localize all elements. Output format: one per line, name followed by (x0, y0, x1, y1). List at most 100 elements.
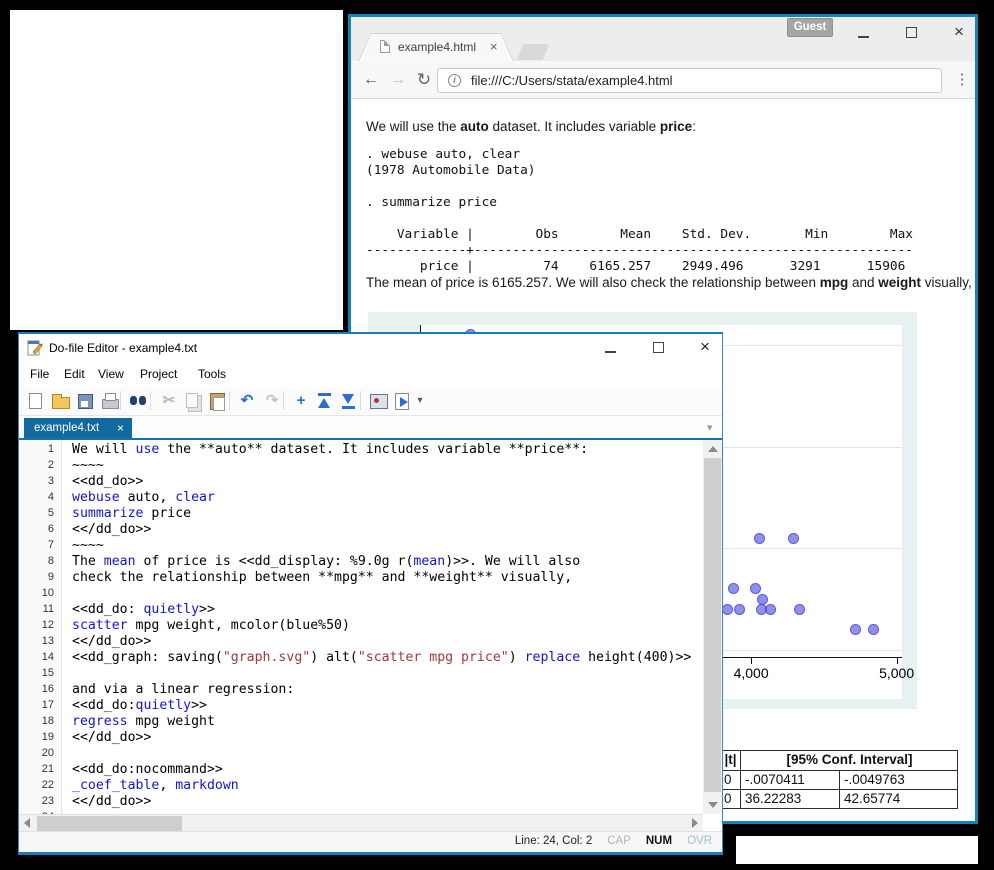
guest-profile-badge[interactable]: Guest (787, 18, 833, 37)
minimize-icon (605, 351, 616, 353)
bookmark-previous-icon[interactable] (314, 390, 336, 412)
new-file-icon[interactable] (24, 390, 46, 412)
editor-line: <<dd_do: quietly>> (72, 602, 215, 617)
minimize-icon (858, 36, 869, 38)
num-lock-indicator: NUM (646, 835, 672, 847)
toolbar-separator (360, 391, 361, 410)
bookmark-toggle-icon[interactable]: + (290, 390, 312, 412)
scroll-left-icon[interactable] (24, 818, 30, 828)
scroll-right-icon[interactable] (692, 818, 698, 828)
paste-icon[interactable] (206, 390, 228, 412)
menu-edit[interactable]: Edit (64, 367, 85, 381)
blank-window (10, 10, 343, 330)
maximize-icon (653, 342, 664, 353)
caps-lock-indicator: CAP (607, 835, 631, 847)
menu-tools[interactable]: Tools (198, 367, 226, 381)
scroll-down-icon[interactable] (708, 802, 718, 808)
open-file-icon[interactable] (49, 390, 71, 412)
refresh-icon[interactable]: ↻ (413, 69, 435, 91)
menu-view[interactable]: View (98, 367, 124, 381)
vertical-scroll-thumb[interactable] (704, 458, 721, 792)
editor-tab-example4[interactable]: example4.txt × (24, 418, 132, 438)
white-strip (736, 836, 978, 864)
line-number: 5 (48, 507, 54, 519)
output-line: (1978 Automobile Data) (366, 163, 913, 179)
redo-icon[interactable]: ↷ (261, 390, 283, 412)
line-number: 20 (42, 747, 54, 759)
line-number: 13 (42, 635, 54, 647)
forward-icon[interactable]: → (387, 69, 409, 91)
browser-menu-icon[interactable]: ⋮ (952, 69, 972, 91)
toolbar-separator (150, 391, 151, 410)
line-number: 22 (42, 779, 54, 791)
browser-tab-strip: example4.html × Guest × (351, 17, 975, 61)
browser-tab[interactable]: example4.html × (358, 33, 514, 61)
line-number: 15 (42, 667, 54, 679)
toolbar-separator (120, 391, 121, 410)
maximize-icon (906, 27, 917, 38)
new-tab-button[interactable] (517, 44, 549, 60)
table-cell: -.0049763 (840, 771, 958, 790)
editor-line: ~~~~ (72, 458, 104, 473)
coefficient-table-fragment: |t|[95% Conf. Interval]0-.0070411-.00497… (719, 750, 958, 809)
line-number: 3 (48, 475, 54, 487)
editor-line: and via a linear regression: (72, 682, 294, 697)
stata-output-block: . webuse auto, clear(1978 Automobile Dat… (366, 147, 913, 275)
tab-list-caret-icon[interactable]: ▾ (707, 421, 713, 434)
undo-icon[interactable]: ↶ (236, 390, 258, 412)
dofile-editor-window: Do-file Editor - example4.txt × File Edit… (18, 332, 723, 855)
tab-close-icon[interactable]: × (117, 421, 124, 435)
page-icon (380, 40, 390, 53)
editor-close-button[interactable]: × (690, 337, 720, 359)
scatter-point (750, 583, 761, 594)
preview-document-icon[interactable] (367, 390, 389, 412)
horizontal-scroll-thumb[interactable] (37, 816, 182, 831)
bookmark-next-icon[interactable] (338, 390, 360, 412)
line-number: 4 (48, 491, 54, 503)
scroll-up-icon[interactable] (708, 446, 718, 452)
execute-do-dropdown-icon[interactable]: ▾ (409, 390, 431, 412)
line-number: 2 (48, 459, 54, 471)
editor-line: <</dd_do>> (72, 730, 151, 745)
intro-paragraph: We will use the auto dataset. It include… (366, 119, 696, 134)
browser-close-button[interactable]: × (945, 22, 973, 44)
copy-icon[interactable] (182, 390, 204, 412)
scatter-point (765, 604, 776, 615)
vertical-scrollbar[interactable] (703, 440, 722, 814)
editor-line: summarize price (72, 506, 191, 521)
info-icon[interactable]: i (448, 74, 461, 87)
browser-maximize-button[interactable] (897, 22, 925, 44)
browser-minimize-button[interactable] (849, 22, 877, 44)
address-bar[interactable]: i file:///C:/Users/stata/example4.html (437, 68, 942, 93)
line-number: 7 (48, 539, 54, 551)
menu-project[interactable]: Project (140, 367, 177, 381)
browser-toolbar: ← → ↻ i file:///C:/Users/stata/example4.… (351, 61, 975, 99)
line-number: 10 (42, 587, 54, 599)
menu-file[interactable]: File (30, 367, 49, 381)
find-icon[interactable] (127, 390, 149, 412)
scatter-point (757, 594, 768, 605)
save-file-icon[interactable] (74, 390, 96, 412)
line-number: 16 (42, 683, 54, 695)
tab-close-icon[interactable]: × (490, 39, 498, 54)
x-tick (897, 658, 898, 664)
scatter-point (794, 604, 805, 615)
editor-status-bar: Line: 24, Col: 2 CAP NUM OVR (19, 831, 722, 852)
cut-icon[interactable]: ✂ (158, 390, 180, 412)
print-icon[interactable] (99, 390, 121, 412)
editor-minimize-button[interactable] (595, 337, 625, 359)
editor-line: <<dd_graph: saving("graph.svg") alt("sca… (72, 650, 691, 665)
editor-maximize-button[interactable] (643, 337, 673, 359)
editor-line: The mean of price is <<dd_display: %9.0g… (72, 554, 580, 569)
editor-line: scatter mpg weight, mcolor(blue%50) (72, 618, 350, 633)
code-editor-area[interactable]: 123456789101112131415161718192021222324 … (19, 440, 703, 814)
horizontal-scrollbar[interactable] (19, 814, 703, 831)
line-number: 9 (48, 571, 54, 583)
line-number: 17 (42, 699, 54, 711)
editor-menu-bar: File Edit View Project Tools (19, 362, 722, 387)
back-icon[interactable]: ← (360, 69, 382, 91)
editor-line: We will use the **auto** dataset. It inc… (72, 442, 588, 457)
scatter-point (722, 604, 733, 615)
table-cell: 36.22283 (741, 790, 840, 809)
editor-title-bar: Do-file Editor - example4.txt × (19, 334, 722, 362)
